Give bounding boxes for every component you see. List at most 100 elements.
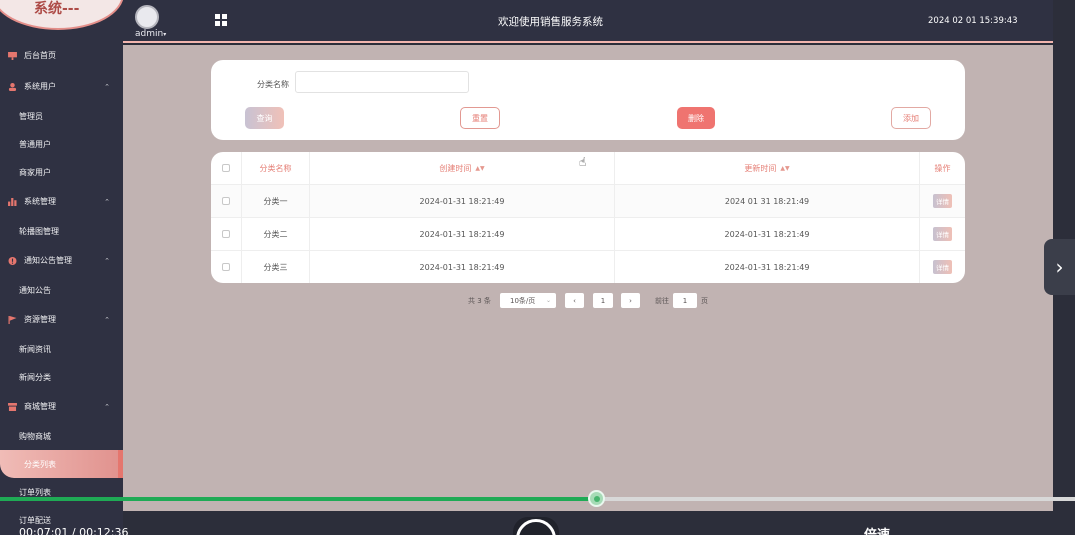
table-row: 分类一 2024-01-31 18:21:49 2024 01 31 18:21… [211,185,965,218]
chevron-down-icon: ⌄ [545,297,551,304]
table-row: 分类三 2024-01-31 18:21:49 2024-01-31 18:21… [211,251,965,283]
category-name-input[interactable] [295,71,469,93]
delete-button[interactable]: 删除 [677,107,715,129]
row-checkbox[interactable] [222,263,230,271]
row-select-cell [211,185,242,217]
row-select-cell [211,218,242,250]
goto-page-input[interactable]: 1 [673,293,697,308]
chevron-right-icon: › [629,296,632,305]
column-header: 分类名称 [242,152,310,184]
chevron-up-icon: ⌃ [104,197,110,206]
column-header-updated[interactable]: 更新时间 ▲▼ [615,152,920,184]
row-select-cell [211,251,242,283]
query-button[interactable]: 查询 [245,107,284,129]
sidebar-item-news[interactable]: 新闻资讯 [0,335,123,363]
chevron-left-icon: ‹ [573,296,576,305]
chevron-up-icon: ⌃ [104,82,110,91]
store-icon [8,402,17,411]
column-header: 操作 [934,163,951,173]
screen: 系统--- 后台首页 系统用户 ⌃ 管理员 普通用户 商家用户 系统管理 ⌃ 轮… [0,0,1075,535]
page-title: 欢迎使用销售服务系统 [498,16,603,28]
flag-icon [8,315,17,324]
sidebar-item-merchants[interactable]: 商家用户 [0,158,123,186]
prev-page-button[interactable]: ‹ [565,293,584,308]
page-size-select[interactable]: 10条/页 ⌄ [500,293,556,308]
user-icon [8,82,17,91]
select-all-checkbox[interactable] [222,164,230,172]
detail-button[interactable]: 详情 [933,227,952,241]
cell-name: 分类三 [242,251,310,283]
sidebar-item-label: 系统管理 [24,197,56,206]
detail-button[interactable]: 详情 [933,194,952,208]
sidebar-group-resources[interactable]: 资源管理 ⌃ [0,304,123,335]
column-header-label: 更新时间 [744,163,777,173]
sidebar-group-system[interactable]: 系统管理 ⌃ [0,186,123,217]
cell-updated: 2024-01-31 18:21:49 [615,218,920,250]
table-row: 分类二 2024-01-31 18:21:49 2024-01-31 18:21… [211,218,965,251]
cell-created: 2024-01-31 18:21:49 [310,218,615,250]
info-icon [8,256,17,265]
row-checkbox[interactable] [222,197,230,205]
sidebar-item-notice[interactable]: 通知公告 [0,276,123,304]
cell-created: 2024-01-31 18:21:49 [310,251,615,283]
sidebar-item-label: 商城管理 [24,402,56,411]
cell-name: 分类一 [242,185,310,217]
sort-icon[interactable]: ▲▼ [475,165,484,172]
category-table: 分类名称 创建时间 ▲▼ 更新时间 ▲▼ 操作 分类一 2024-01-31 18:… [211,152,965,283]
handle-core [594,496,600,502]
table-header-row: 分类名称 创建时间 ▲▼ 更新时间 ▲▼ 操作 [211,152,965,185]
column-header-created[interactable]: 创建时间 ▲▼ [310,152,615,184]
page-size-value: 10条/页 [510,296,536,305]
chevron-up-icon: ⌃ [104,402,110,411]
sidebar-item-shop[interactable]: 购物商城 [0,422,123,450]
datetime: 2024 02 01 15:39:43 [928,16,1018,26]
next-arrow-button[interactable]: › [1044,239,1075,295]
sidebar-item-orders[interactable]: 订单列表 [0,478,123,506]
sidebar-item-label: 分类列表 [24,459,56,469]
pagination-total: 共 3 条 [468,296,491,305]
play-icon [516,519,556,535]
reset-button[interactable]: 重置 [460,107,500,129]
action-cell: 详情 [920,218,965,250]
page-number[interactable]: 1 [593,293,613,308]
sidebar-item-category-list[interactable]: 分类列表 [0,450,123,478]
video-progress-handle[interactable] [588,490,605,507]
sidebar-item-dashboard[interactable]: 后台首页 [0,40,123,71]
avatar[interactable] [135,5,159,29]
monitor-icon [8,51,17,60]
video-progress-fill [0,497,598,501]
sidebar-menu: 后台首页 系统用户 ⌃ 管理员 普通用户 商家用户 系统管理 ⌃ 轮播图管理 通… [0,40,123,534]
hand-cursor-icon: ☝ [579,155,587,169]
sidebar-group-notices[interactable]: 通知公告管理 ⌃ [0,245,123,276]
sidebar-item-carousel[interactable]: 轮播图管理 [0,217,123,245]
chart-icon [8,197,17,206]
sidebar-item-news-category[interactable]: 新闻分类 [0,363,123,391]
sidebar-item-normal-users[interactable]: 普通用户 [0,130,123,158]
sidebar-item-label: 系统用户 [24,82,56,91]
sidebar: 系统--- 后台首页 系统用户 ⌃ 管理员 普通用户 商家用户 系统管理 ⌃ 轮… [0,0,124,535]
action-cell: 详情 [920,251,965,283]
sort-icon[interactable]: ▲▼ [780,165,789,172]
sidebar-item-admins[interactable]: 管理员 [0,102,123,130]
caret-down-icon: ▾ [163,31,167,38]
main-content: 分类名称 查询 重置 删除 添加 分类名称 创建时间 ▲▼ 更新时间 ▲▼ 操作 分… [123,45,1053,511]
sidebar-item-label: 资源管理 [24,315,56,324]
sidebar-group-users[interactable]: 系统用户 ⌃ [0,71,123,102]
top-header: admin▾ 欢迎使用销售服务系统 2024 02 01 15:39:43 [123,0,1053,43]
chevron-right-icon: › [1055,255,1064,279]
grid-menu-icon[interactable] [215,14,227,26]
action-cell: 详情 [920,185,965,217]
row-checkbox[interactable] [222,230,230,238]
sidebar-group-mall[interactable]: 商城管理 ⌃ [0,391,123,422]
play-button[interactable] [513,517,559,535]
add-button[interactable]: 添加 [891,107,931,129]
user-menu[interactable]: admin▾ [135,29,166,39]
select-all-cell [211,152,242,184]
chevron-up-icon: ⌃ [104,315,110,324]
next-page-button[interactable]: › [621,293,640,308]
detail-button[interactable]: 详情 [933,260,952,274]
goto-label: 前往 [655,296,669,305]
speed-button[interactable]: 倍速 [864,524,890,535]
cell-created: 2024-01-31 18:21:49 [310,185,615,217]
sidebar-item-label: 后台首页 [24,51,56,60]
